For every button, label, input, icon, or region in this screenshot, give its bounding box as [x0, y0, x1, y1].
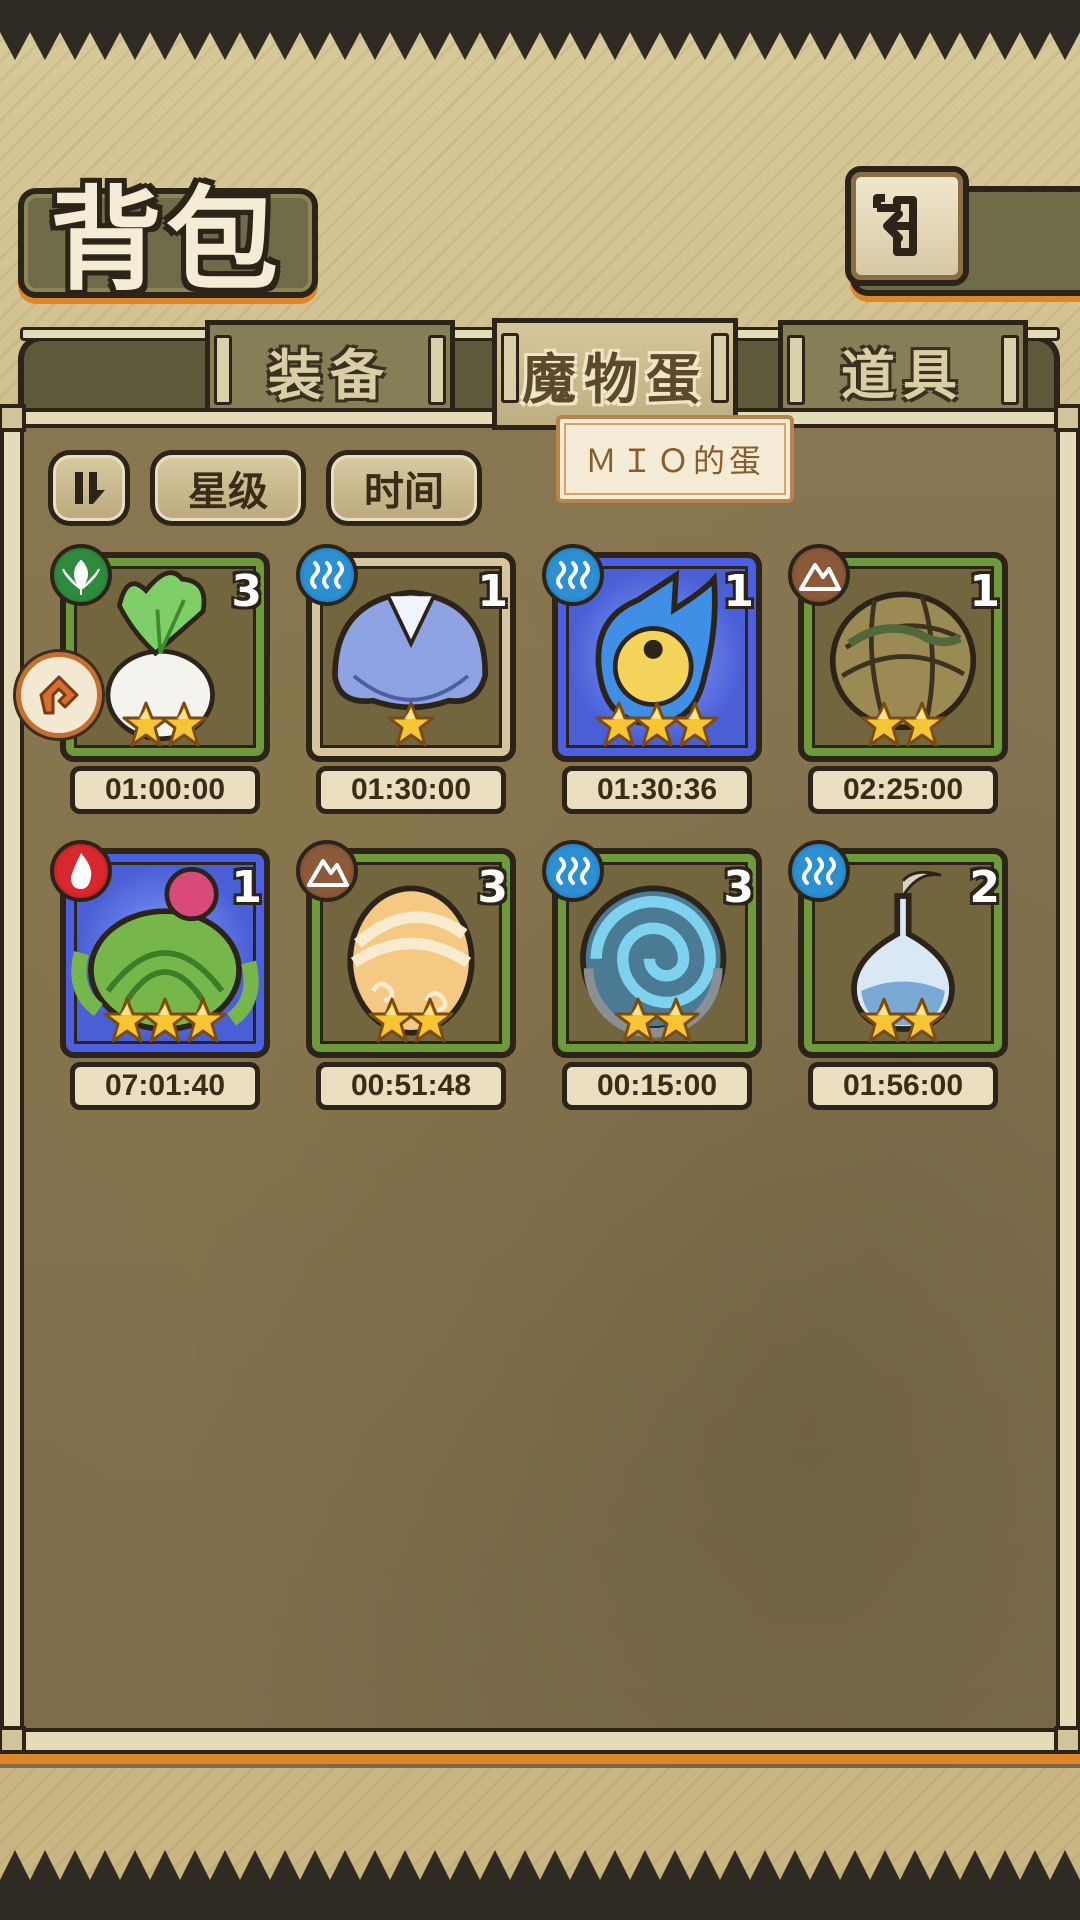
hatch-timer: 00:51:48 — [316, 1062, 506, 1110]
tab-items-label: 道具 — [841, 342, 965, 407]
return-arrow-icon — [873, 194, 917, 256]
star-icon — [159, 700, 209, 750]
corner-ornament — [0, 404, 26, 432]
star-rating — [306, 996, 516, 1052]
star-rating — [306, 700, 516, 756]
egg-card[interactable]: 1 07:01:40 — [50, 840, 270, 1116]
star-rating — [798, 996, 1008, 1052]
egg-card[interactable]: 1 01:30:00 — [296, 544, 516, 820]
egg-card[interactable]: 2 01:56:00 — [788, 840, 1008, 1116]
water-element-icon — [296, 544, 358, 606]
corner-ornament — [1054, 1726, 1080, 1754]
egg-count: 1 — [969, 566, 1000, 617]
egg-card[interactable]: 3 00:51:48 — [296, 840, 516, 1116]
sort-order-button[interactable] — [48, 450, 130, 526]
tab-monster-eggs[interactable]: 魔物蛋 — [492, 318, 738, 430]
egg-count: 1 — [231, 862, 262, 913]
nature-element-icon — [50, 544, 112, 606]
star-rating — [552, 700, 762, 756]
egg-count: 1 — [723, 566, 754, 617]
egg-card[interactable]: 1 01:30:36 — [542, 544, 762, 820]
hatch-timer: 00:15:00 — [562, 1062, 752, 1110]
fire-element-icon — [50, 840, 112, 902]
page-title: 背包 — [50, 175, 282, 306]
hatch-timer: 07:01:40 — [70, 1062, 260, 1110]
tab-items[interactable]: 道具 — [778, 320, 1028, 420]
water-element-icon — [542, 544, 604, 606]
star-icon — [178, 996, 228, 1046]
star-rating — [60, 996, 270, 1052]
egg-count: 3 — [723, 862, 754, 913]
star-icon — [405, 996, 455, 1046]
sort-by-time-label: 时间 — [364, 469, 444, 515]
star-icon — [670, 700, 720, 750]
hatch-timer: 01:30:00 — [316, 766, 506, 814]
hatch-timer: 01:00:00 — [70, 766, 260, 814]
water-element-icon — [542, 840, 604, 902]
egg-count: 2 — [969, 862, 1000, 913]
earth-element-icon — [788, 544, 850, 606]
star-icon — [897, 700, 947, 750]
tab-equipment[interactable]: 装备 — [205, 320, 455, 420]
zigzag-bottom-border — [0, 1850, 1080, 1920]
panel-frame-right — [1056, 410, 1080, 1750]
back-button[interactable] — [845, 166, 969, 286]
hatch-timer: 01:30:36 — [562, 766, 752, 814]
star-rating — [552, 996, 762, 1052]
egg-name-tooltip: ＭＩＯ的蛋 — [556, 415, 794, 503]
corner-ornament — [0, 1726, 26, 1754]
tab-monster-eggs-label: 魔物蛋 — [522, 346, 708, 411]
side-badge-button[interactable] — [16, 652, 102, 738]
panel-frame-bottom — [0, 1728, 1080, 1754]
earth-element-icon — [296, 840, 358, 902]
pointer-arrow-icon — [39, 675, 79, 715]
star-icon — [897, 996, 947, 1046]
sort-order-icon — [75, 472, 105, 504]
water-element-icon — [788, 840, 850, 902]
tab-equipment-label: 装备 — [268, 342, 392, 407]
star-icon — [386, 700, 436, 750]
egg-count: 1 — [477, 566, 508, 617]
egg-card[interactable]: 1 02:25:00 — [788, 544, 1008, 820]
panel-frame-left — [0, 410, 24, 1750]
hatch-timer: 01:56:00 — [808, 1062, 998, 1110]
sort-by-time-button[interactable]: 时间 — [326, 450, 482, 526]
corner-ornament — [1054, 404, 1080, 432]
egg-count: 3 — [231, 566, 262, 617]
star-icon — [651, 996, 701, 1046]
tooltip-text: ＭＩＯ的蛋 — [584, 442, 765, 480]
egg-count: 3 — [477, 862, 508, 913]
star-rating — [798, 700, 1008, 756]
hatch-timer: 02:25:00 — [808, 766, 998, 814]
sort-by-star-button[interactable]: 星级 — [150, 450, 306, 526]
egg-card[interactable]: 3 00:15:00 — [542, 840, 762, 1116]
sort-by-star-label: 星级 — [188, 469, 268, 515]
zigzag-top-border — [0, 0, 1080, 61]
